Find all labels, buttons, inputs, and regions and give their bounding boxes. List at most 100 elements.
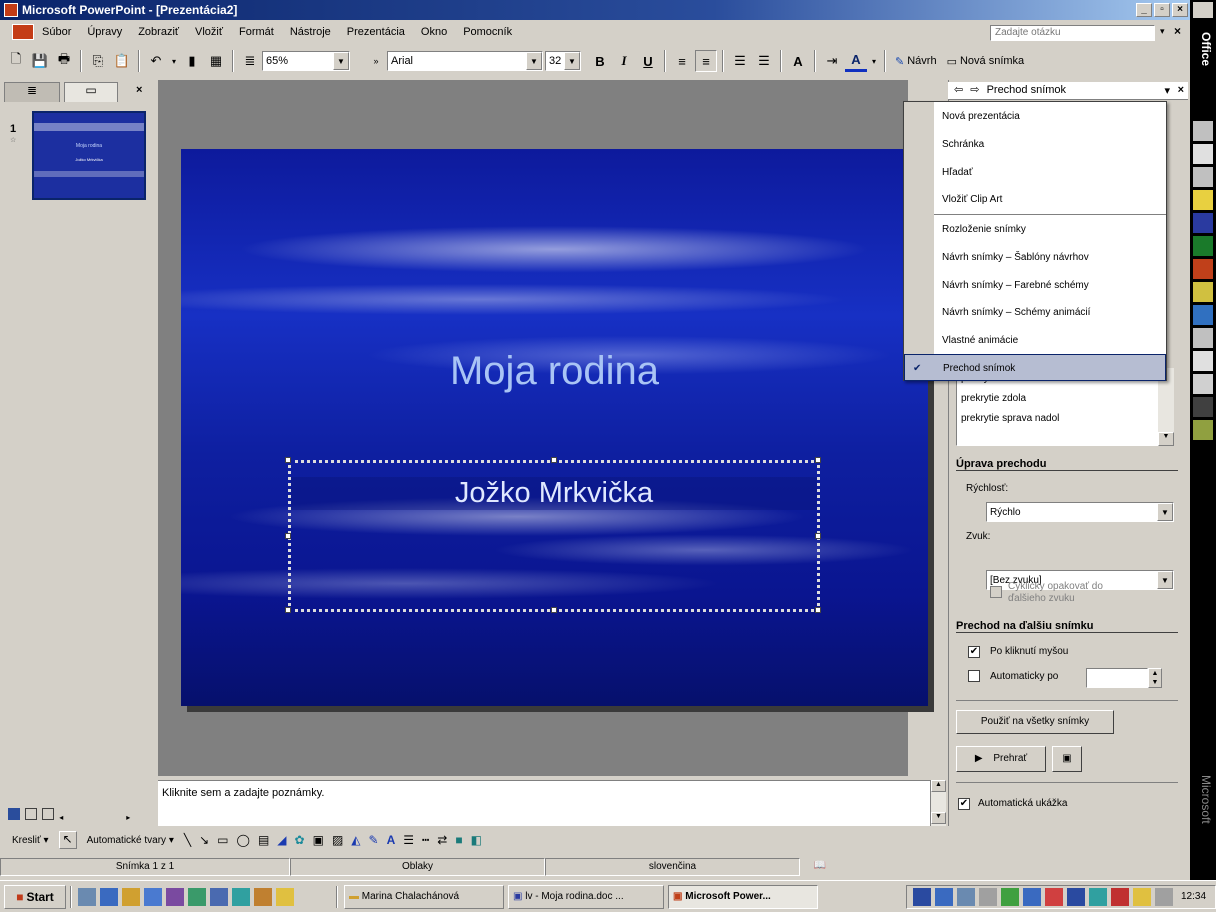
office-app-icon[interactable] <box>1193 305 1213 325</box>
scroll-left-icon[interactable]: ◂ <box>59 813 63 822</box>
menu-item-new-presentation[interactable]: Nová prezentácia <box>904 103 1166 130</box>
dash-style-icon[interactable]: ┅ <box>422 833 429 847</box>
quicklaunch-icon[interactable] <box>122 887 140 906</box>
font-color-icon[interactable]: A <box>387 833 396 847</box>
scroll-down-icon[interactable]: ▼ <box>1158 432 1174 446</box>
task-pane-menu-icon[interactable]: ▾ <box>1164 83 1170 99</box>
quicklaunch-icon[interactable] <box>254 887 272 906</box>
arrow-icon[interactable]: ↘ <box>199 833 209 847</box>
office-app-icon[interactable] <box>1193 282 1213 302</box>
tab-slides[interactable]: ▭ <box>64 82 118 102</box>
chevron-down-icon[interactable]: ▼ <box>526 52 542 70</box>
line-style-icon[interactable]: ☰ <box>403 833 414 847</box>
powerpoint-app-icon[interactable] <box>4 3 18 17</box>
resize-handle[interactable] <box>551 607 557 613</box>
menu-format[interactable]: Formát <box>231 26 282 38</box>
powerpoint-icon[interactable] <box>1193 259 1213 279</box>
undo-icon[interactable]: ↶ <box>145 50 167 72</box>
task-pane-close-icon[interactable]: × <box>1178 82 1184 98</box>
loop-checkbox[interactable] <box>990 586 1002 601</box>
quicklaunch-icon[interactable] <box>144 887 162 906</box>
scroll-up-icon[interactable]: ▲ <box>931 780 946 792</box>
slide-subtitle[interactable]: Jožko Mrkvička <box>291 477 817 510</box>
close-pane-icon[interactable]: × <box>136 84 142 96</box>
quicklaunch-icon[interactable] <box>100 887 118 906</box>
minimize-button[interactable]: _ <box>1136 3 1152 17</box>
start-button[interactable]: ■ Start <box>4 884 66 909</box>
subtitle-placeholder[interactable]: Jožko Mrkvička <box>285 457 821 613</box>
menu-item-search[interactable]: Hľadať <box>904 159 1166 186</box>
font-color-icon[interactable]: A <box>845 50 867 72</box>
paste-icon[interactable]: 📋 <box>111 50 133 72</box>
notes-pane[interactable]: Kliknite sem a zadajte poznámky. <box>158 780 930 826</box>
word-icon[interactable] <box>1193 213 1213 233</box>
auto-advance-checkbox[interactable] <box>968 670 980 685</box>
wordart-icon[interactable]: ◢ <box>277 833 286 847</box>
autoshapes-menu[interactable]: Automatické tvary ▾ <box>87 835 174 846</box>
tray-icon[interactable] <box>1067 887 1085 906</box>
new-icon[interactable]: 🗋 <box>5 50 27 72</box>
task-button-folder[interactable]: ▬ Marina Chalachánová <box>344 884 504 909</box>
quicklaunch-icon[interactable] <box>210 887 228 906</box>
picture-icon[interactable]: ▨ <box>332 833 343 847</box>
align-center-icon[interactable]: ≡ <box>695 50 717 72</box>
ellipse-icon[interactable]: ◯ <box>237 833 250 847</box>
chevron-down-icon[interactable]: ▼ <box>564 52 580 70</box>
print-icon[interactable]: 🖶 <box>53 50 75 72</box>
tray-icon[interactable] <box>957 887 975 906</box>
resize-handle[interactable] <box>285 533 291 539</box>
office-app-icon[interactable] <box>1193 374 1213 394</box>
line-icon[interactable]: ╲ <box>184 833 191 847</box>
bullets-icon[interactable]: ☰ <box>753 50 775 72</box>
slide-title[interactable]: Moja rodina <box>181 349 928 394</box>
indent-icon[interactable]: ⇥ <box>821 50 843 72</box>
italic-button[interactable]: I <box>613 50 635 72</box>
rectangle-icon[interactable]: ▭ <box>217 833 228 847</box>
task-pane-header[interactable]: ⇦ ⇨ Prechod snímok ▾ × <box>948 82 1188 100</box>
menu-insert[interactable]: Vložiť <box>187 26 231 38</box>
help-dropdown-icon[interactable]: ▾ <box>1160 26 1165 37</box>
clipart-icon[interactable]: ▣ <box>313 833 324 847</box>
chevron-down-icon[interactable]: ▼ <box>1157 503 1173 521</box>
tab-outline[interactable]: ≣ <box>4 82 60 102</box>
apply-all-button[interactable]: Použiť na všetky snímky <box>956 710 1114 734</box>
select-pointer-icon[interactable]: ↖ <box>58 831 77 849</box>
quicklaunch-icon[interactable] <box>166 887 184 906</box>
office-bar-button[interactable] <box>1193 2 1213 18</box>
task-button-powerpoint[interactable]: ▣ Microsoft Power... <box>668 884 818 909</box>
menu-item-insert-clip-art[interactable]: Vložiť Clip Art <box>904 186 1166 213</box>
checkbox-checked-icon[interactable]: ✔ <box>958 798 970 810</box>
notes-scrollbar[interactable]: ▲ ▼ <box>930 780 946 826</box>
undo-dropdown-icon[interactable]: ▾ <box>169 50 179 72</box>
quicklaunch-icon[interactable] <box>232 887 250 906</box>
checkbox-checked-icon[interactable]: ✔ <box>968 646 980 658</box>
chart-icon[interactable]: ▮ <box>181 50 203 72</box>
tray-icon[interactable] <box>1089 887 1107 906</box>
grid-icon[interactable]: ≣ <box>239 50 261 72</box>
slide-sorter-icon[interactable] <box>25 808 38 820</box>
list-item[interactable]: prekrytie sprava nadol <box>957 409 1173 429</box>
tray-icon[interactable] <box>935 887 953 906</box>
save-icon[interactable]: 💾 <box>29 50 51 72</box>
diagram-icon[interactable]: ✿ <box>295 833 305 847</box>
office-app-icon[interactable] <box>1193 144 1213 164</box>
3d-icon[interactable]: ◧ <box>471 833 482 847</box>
slideshow-icon[interactable] <box>42 808 55 820</box>
task-button-word[interactable]: ▣ lv - Moja rodina.doc ... <box>508 884 664 909</box>
tray-icon[interactable] <box>1045 887 1063 906</box>
tray-icon[interactable] <box>1133 887 1151 906</box>
office-app-icon[interactable] <box>1193 420 1213 440</box>
resize-handle[interactable] <box>815 457 821 463</box>
close-button[interactable]: × <box>1172 3 1188 17</box>
office-app-icon[interactable] <box>1193 121 1213 141</box>
slide-canvas[interactable]: Moja rodina Jožko Mrkvička <box>181 149 928 706</box>
underline-button[interactable]: U <box>637 50 659 72</box>
back-icon[interactable]: ⇦ <box>954 84 963 96</box>
scroll-right-icon[interactable]: ▸ <box>126 813 130 822</box>
office-app-icon[interactable] <box>1193 397 1213 417</box>
autopreview-checkbox[interactable]: ✔ <box>958 797 970 810</box>
resize-handle[interactable] <box>285 457 291 463</box>
tray-icon[interactable] <box>913 887 931 906</box>
new-slide-button[interactable]: ▭ Nová snímka <box>943 50 1029 72</box>
resize-handle[interactable] <box>815 533 821 539</box>
